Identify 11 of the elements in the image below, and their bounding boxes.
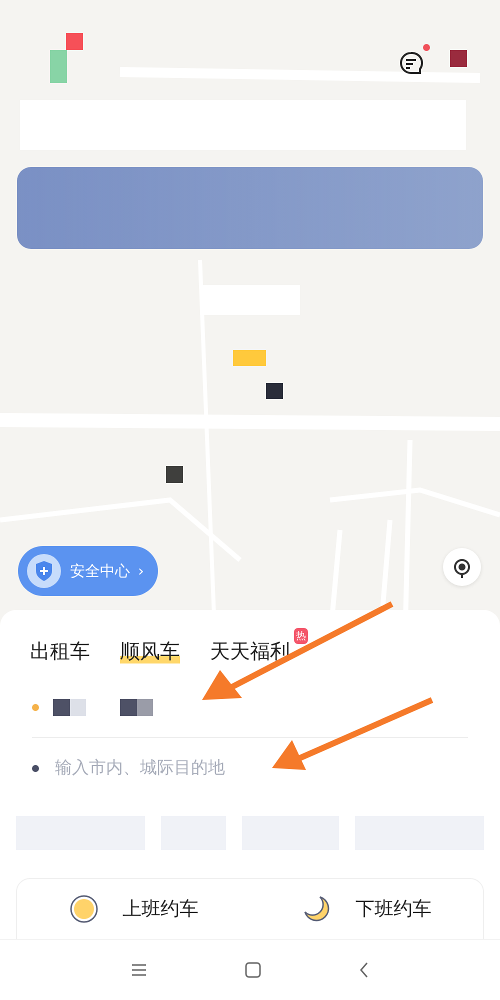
locate-icon xyxy=(451,556,473,578)
commute-button[interactable]: 下班约车 xyxy=(296,891,438,927)
commute-button[interactable]: 上班约车 xyxy=(62,891,204,927)
shield-icon xyxy=(26,553,62,589)
service-tab[interactable]: 出租车 xyxy=(30,638,90,667)
menu-icon xyxy=(131,963,147,977)
hot-badge: 热 xyxy=(294,628,308,644)
sun-icon xyxy=(68,894,98,924)
square-icon xyxy=(245,962,261,978)
moon-icon xyxy=(302,894,332,924)
back-icon xyxy=(359,962,369,978)
